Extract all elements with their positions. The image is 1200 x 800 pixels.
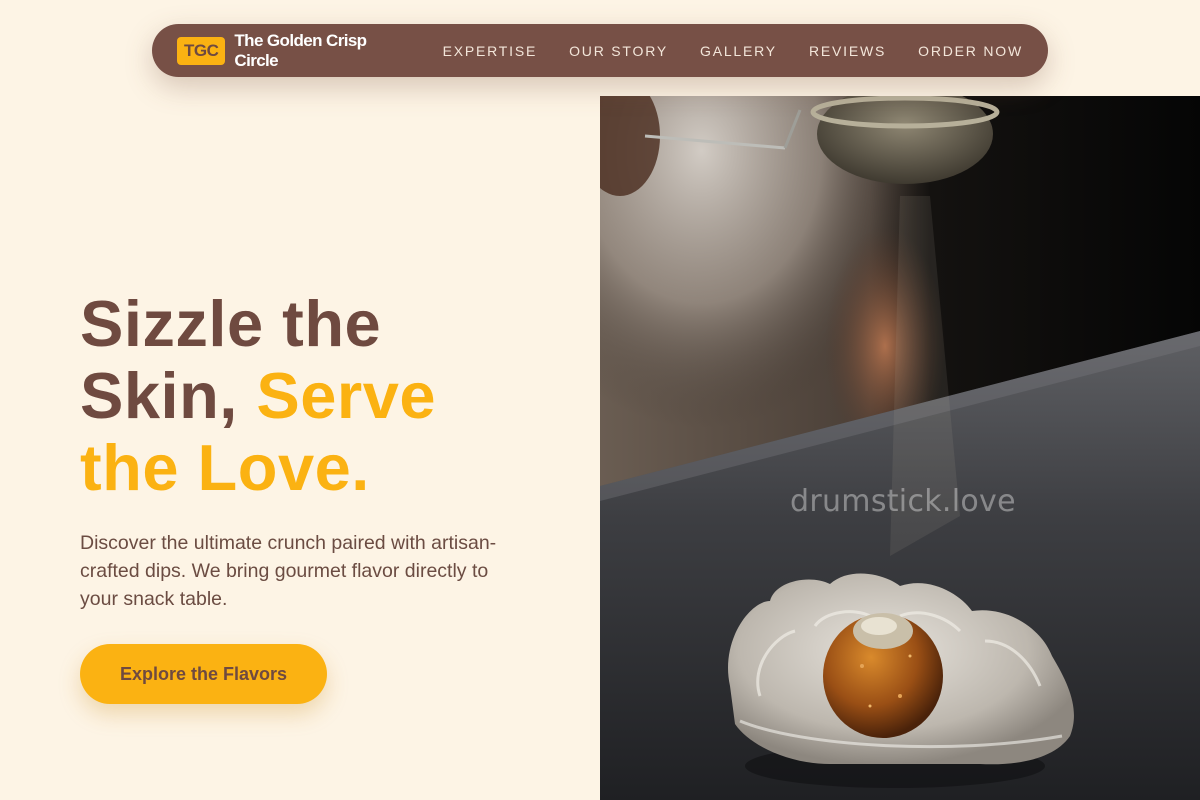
brand-link[interactable]: TGC The Golden Crisp Circle <box>177 31 405 71</box>
logo-badge: TGC <box>177 36 226 65</box>
nav-link-gallery[interactable]: GALLERY <box>700 43 777 59</box>
explore-flavors-button[interactable]: Explore the Flavors <box>80 644 327 704</box>
brand-name: The Golden Crisp Circle <box>234 30 367 70</box>
hero-title-line1: Sizzle the <box>80 287 382 360</box>
nav-link-order-now[interactable]: ORDER NOW <box>918 43 1023 59</box>
hero-photo-food-plate <box>600 96 1200 800</box>
main-nav: TGC The Golden Crisp Circle EXPERTISE OU… <box>152 24 1048 77</box>
image-watermark: drumstick.love <box>790 484 1016 519</box>
hero-title: Sizzle the Skin, Serve the Love. <box>80 288 560 504</box>
landing-page: TGC The Golden Crisp Circle EXPERTISE OU… <box>0 0 1200 800</box>
nav-links: EXPERTISE OUR STORY GALLERY REVIEWS ORDE… <box>443 43 1023 59</box>
nav-link-reviews[interactable]: REVIEWS <box>809 43 886 59</box>
hero-description: Discover the ultimate crunch paired with… <box>80 532 497 610</box>
hero-image: drumstick.love <box>600 96 1200 800</box>
nav-link-expertise[interactable]: EXPERTISE <box>443 43 538 59</box>
hero-title-accent-love: the Love. <box>80 431 370 504</box>
hero-title-line2: Skin, <box>80 359 257 432</box>
hero-title-accent-serve: Serve <box>256 359 436 432</box>
nav-link-our-story[interactable]: OUR STORY <box>569 43 668 59</box>
